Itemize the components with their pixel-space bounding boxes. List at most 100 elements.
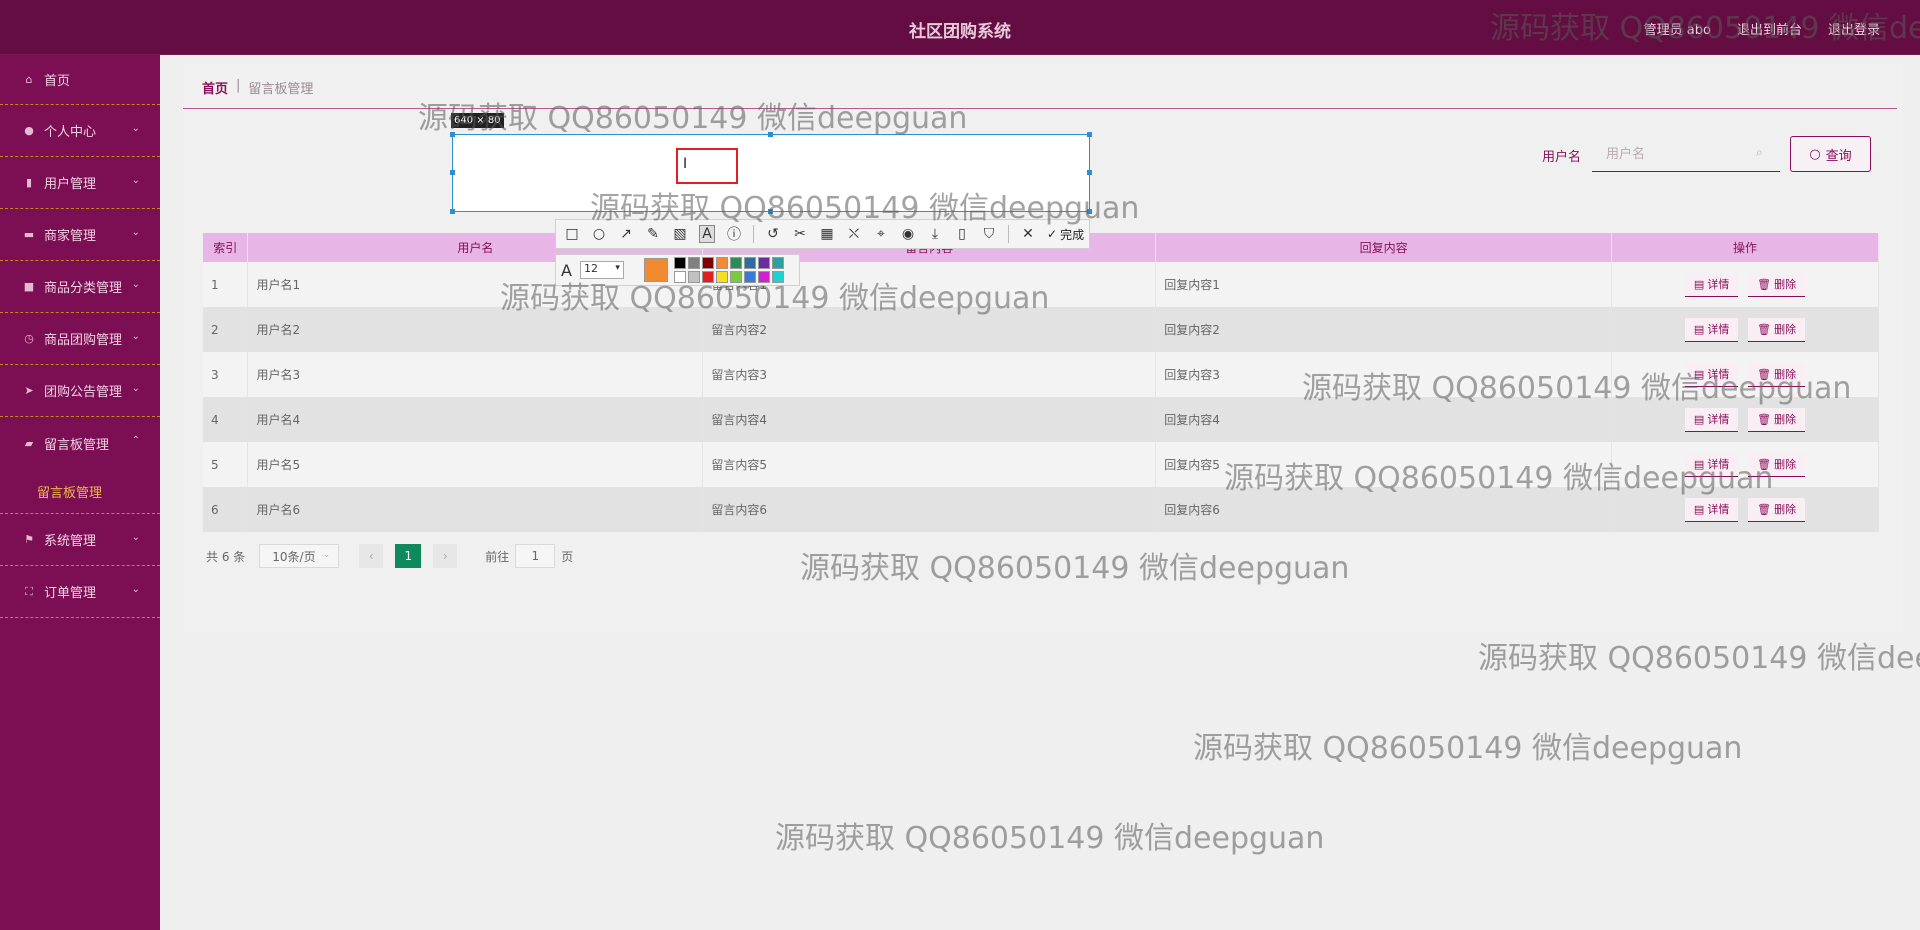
trash-icon: 🗑 <box>1757 367 1772 381</box>
cell-actions: ▤ 详情 🗑 删除 <box>1611 397 1879 442</box>
chevron-right-icon: › <box>442 549 448 563</box>
color-swatch[interactable] <box>687 257 700 269</box>
cell-actions: ▤ 详情 🗑 删除 <box>1611 307 1879 352</box>
user-icon: ● <box>24 124 34 137</box>
color-swatch[interactable] <box>771 271 784 283</box>
page-size-value: 10条/页 <box>272 549 316 564</box>
search-input[interactable] <box>1592 138 1780 172</box>
chevron-left-icon: ‹ <box>368 549 374 563</box>
mosaic-tool-icon[interactable]: ▧ <box>672 226 688 242</box>
color-swatch[interactable] <box>743 257 756 269</box>
sidebar-item-label: 商品团购管理 <box>44 333 123 348</box>
pen-tool-icon[interactable]: ✎ <box>645 226 661 242</box>
search-icon: ⌕ <box>1756 145 1763 159</box>
color-swatch[interactable] <box>701 271 714 283</box>
ellipse-tool-icon[interactable]: ○ <box>591 226 607 242</box>
delete-button[interactable]: 🗑 删除 <box>1748 317 1806 342</box>
page-number-current[interactable]: 1 <box>395 544 422 568</box>
sidebar-item-merchants[interactable]: ▬ 商家管理 ⌄ <box>0 209 160 261</box>
font-size-select[interactable]: 12 ▾ <box>579 261 624 279</box>
cell-index: 4 <box>203 397 249 442</box>
detail-button[interactable]: ▤ 详情 <box>1684 407 1739 432</box>
page-size-select[interactable]: 10条/页 ⌄ <box>259 544 340 568</box>
pin-icon[interactable]: ⌖ <box>873 226 889 242</box>
sidebar-item-categories[interactable]: ■ 商品分类管理 ⌄ <box>0 261 160 313</box>
color-swatch[interactable] <box>701 257 714 269</box>
arrow-tool-icon[interactable]: ↗ <box>618 226 634 242</box>
cell-index: 2 <box>203 307 249 352</box>
resize-handle[interactable] <box>768 132 773 137</box>
number-tool-icon[interactable]: ⓘ <box>726 224 742 244</box>
delete-button[interactable]: 🗑 删除 <box>1748 362 1806 387</box>
breadcrumb-home[interactable]: 首页 <box>202 78 228 97</box>
trash-icon: 🗑 <box>1757 412 1772 426</box>
detail-icon: ▤ <box>1693 412 1705 426</box>
next-page-button[interactable]: › <box>433 544 458 568</box>
cell-username: 用户名6 <box>247 487 704 532</box>
resize-handle[interactable] <box>1087 209 1092 214</box>
resize-handle[interactable] <box>450 209 455 214</box>
detail-button[interactable]: ▤ 详情 <box>1684 497 1739 522</box>
delete-button[interactable]: 🗑 删除 <box>1748 272 1806 297</box>
current-color-swatch[interactable] <box>643 258 668 282</box>
color-swatch[interactable] <box>715 271 728 283</box>
color-swatch[interactable] <box>687 271 700 283</box>
sidebar-item-users[interactable]: ▮ 用户管理 ⌄ <box>0 157 160 209</box>
record-icon[interactable]: ◉ <box>900 226 916 242</box>
color-swatch[interactable] <box>757 257 770 269</box>
sidebar-item-orders[interactable]: ⛶ 订单管理 ⌄ <box>0 566 160 618</box>
goto-page-input[interactable]: 1 <box>515 544 556 568</box>
scissors-icon[interactable]: ✂ <box>792 226 808 242</box>
sidebar-item-home[interactable]: ⌂ 首页 <box>0 55 160 105</box>
sidebar-item-system[interactable]: ⚑ 系统管理 ⌄ <box>0 514 160 566</box>
logout-link[interactable]: 退出登录 <box>1828 19 1880 38</box>
prev-page-button[interactable]: ‹ <box>359 544 384 568</box>
cell-username: 用户名5 <box>247 442 704 487</box>
close-icon[interactable]: ✕ <box>1020 226 1036 242</box>
delete-button[interactable]: 🗑 删除 <box>1748 497 1806 522</box>
rectangle-tool-icon[interactable]: □ <box>564 226 580 242</box>
capture-region[interactable] <box>452 134 1090 212</box>
color-swatch[interactable] <box>673 271 686 283</box>
done-button[interactable]: ✓ 完成 <box>1047 226 1084 243</box>
delete-button[interactable]: 🗑 删除 <box>1748 452 1806 477</box>
table-row: 4 用户名4 留言内容4 回复内容4 ▤ 详情 🗑 删除 <box>203 397 1879 442</box>
detail-button[interactable]: ▤ 详情 <box>1684 362 1739 387</box>
text-tool-icon[interactable]: A <box>699 225 715 243</box>
table-row: 5 用户名5 留言内容5 回复内容5 ▤ 详情 🗑 删除 <box>203 442 1879 487</box>
resize-handle[interactable] <box>450 170 455 175</box>
delete-button[interactable]: 🗑 删除 <box>1748 407 1806 432</box>
color-swatch[interactable] <box>771 257 784 269</box>
resize-handle[interactable] <box>1087 132 1092 137</box>
color-swatch[interactable] <box>715 257 728 269</box>
color-swatch[interactable] <box>729 271 742 283</box>
submenu-item-messages[interactable]: 留言板管理 <box>0 469 160 514</box>
sidebar-item-group-buy[interactable]: ◷ 商品团购管理 ⌄ <box>0 313 160 365</box>
cell-index: 5 <box>203 442 249 487</box>
exit-front-link[interactable]: 退出到前台 <box>1737 19 1802 38</box>
delete-label: 删除 <box>1774 458 1797 471</box>
color-swatch[interactable] <box>673 257 686 269</box>
color-swatch[interactable] <box>743 271 756 283</box>
resize-handle[interactable] <box>1087 170 1092 175</box>
resize-handle[interactable] <box>768 209 773 214</box>
resize-handle[interactable] <box>450 132 455 137</box>
detail-button[interactable]: ▤ 详情 <box>1684 317 1739 342</box>
sidebar-item-announcements[interactable]: ➤ 团购公告管理 ⌄ <box>0 365 160 417</box>
color-swatch[interactable] <box>757 271 770 283</box>
detail-button[interactable]: ▤ 详情 <box>1684 272 1739 297</box>
message-icon: ▰ <box>24 436 34 450</box>
download-icon[interactable]: ⤓ <box>927 226 943 242</box>
sidebar-item-messages[interactable]: ▰ 留言板管理 ⌃ <box>0 417 160 469</box>
translate-icon[interactable]: ⛌ <box>846 226 862 242</box>
detail-icon: ▤ <box>1693 367 1705 381</box>
sidebar-item-profile[interactable]: ● 个人中心 ⌄ <box>0 105 160 157</box>
long-capture-icon[interactable]: ▯ <box>954 226 970 242</box>
shop-icon: ▬ <box>23 228 35 241</box>
bookmark-icon[interactable]: ⛉ <box>981 226 997 242</box>
color-swatch[interactable] <box>729 257 742 269</box>
undo-icon[interactable]: ↺ <box>765 226 781 242</box>
ocr-icon[interactable]: ▦ <box>819 226 835 242</box>
detail-button[interactable]: ▤ 详情 <box>1684 452 1739 477</box>
query-button[interactable]: ○ 查询 <box>1790 136 1871 172</box>
